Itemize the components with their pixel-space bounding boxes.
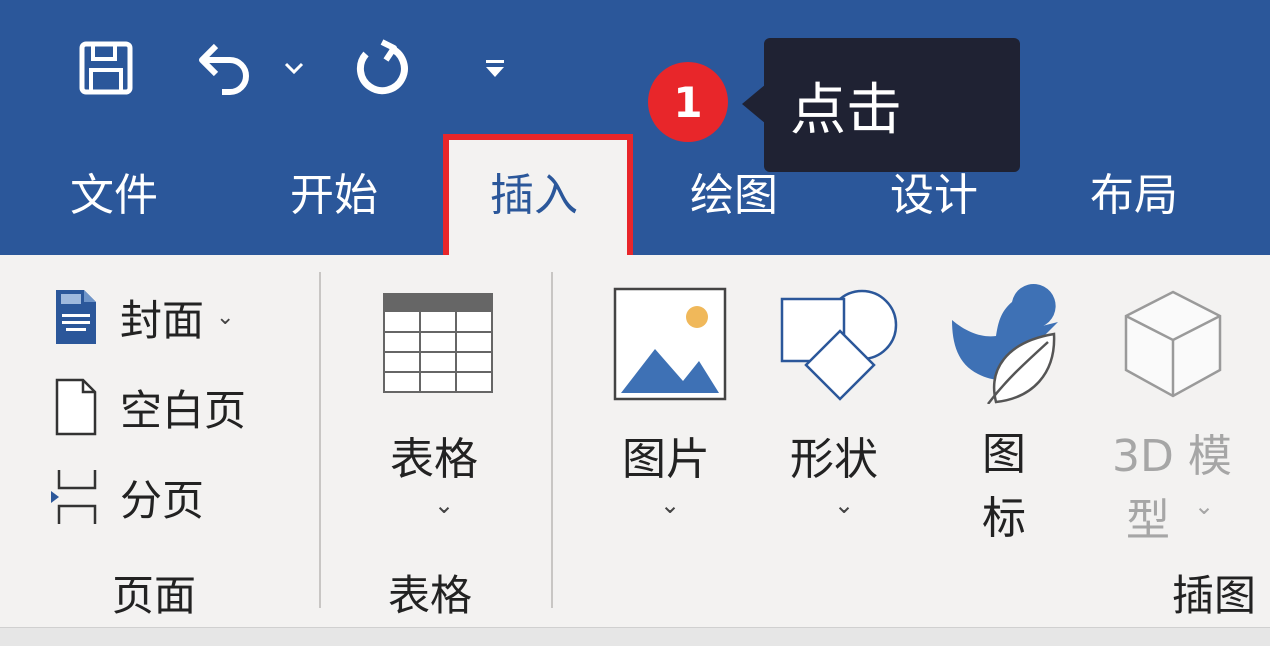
- pages-group-label: 页面: [112, 571, 197, 620]
- cover-page-dropdown-icon[interactable]: ⌄: [216, 305, 234, 330]
- icons-icon: [948, 280, 1064, 408]
- shapes-label: 形状: [790, 434, 878, 485]
- tab-design[interactable]: 设计: [890, 160, 978, 232]
- cube-icon: [1122, 288, 1224, 404]
- tab-draw[interactable]: 绘图: [690, 160, 778, 232]
- callout-tooltip: 点击: [764, 38, 1020, 172]
- tab-home[interactable]: 开始: [290, 160, 378, 232]
- highlight-box: [443, 134, 633, 262]
- page-break-label: 分页: [120, 475, 205, 525]
- shapes-dropdown-icon[interactable]: ⌄: [834, 491, 854, 519]
- picture-label: 图片: [622, 434, 710, 485]
- picture-dropdown-icon[interactable]: ⌄: [660, 491, 680, 519]
- 3d-model-label-line1: 3D 模: [1112, 431, 1232, 482]
- picture-button[interactable]: 图片 ⌄: [600, 285, 740, 535]
- cover-page-button[interactable]: 封面 ⌄: [50, 282, 234, 352]
- tables-group-label: 表格: [388, 571, 473, 620]
- callout-arrow: [742, 84, 766, 124]
- group-divider: [319, 272, 321, 608]
- icons-label-line2: 标: [982, 493, 1026, 544]
- document-area-edge: [0, 627, 1270, 646]
- step-number-badge: 1: [648, 62, 728, 142]
- group-divider: [551, 272, 553, 608]
- page-break-icon: [50, 467, 102, 527]
- 3d-model-label-line2: 型: [1126, 495, 1170, 546]
- tab-layout[interactable]: 布局: [1090, 160, 1178, 232]
- table-icon: [382, 292, 494, 398]
- blank-page-icon: [50, 377, 102, 437]
- redo-icon[interactable]: [350, 36, 414, 100]
- table-label: 表格: [390, 434, 478, 485]
- icons-label-line1: 图: [982, 429, 1026, 480]
- undo-dropdown-icon[interactable]: [280, 36, 308, 100]
- save-icon[interactable]: [74, 36, 138, 100]
- blank-page-button[interactable]: 空白页: [50, 372, 246, 442]
- title-bar: [0, 0, 1270, 255]
- 3d-model-button[interactable]: 3D 模 型 ⌄: [1100, 280, 1270, 546]
- page-break-button[interactable]: 分页: [50, 462, 204, 532]
- picture-icon: [613, 287, 727, 405]
- table-dropdown-icon[interactable]: ⌄: [434, 491, 454, 519]
- icons-button[interactable]: 图 标: [940, 280, 1070, 544]
- cover-page-label: 封面: [120, 295, 205, 345]
- shapes-icon: [778, 285, 898, 407]
- illustrations-group-label: 插图: [1172, 571, 1257, 620]
- shapes-button[interactable]: 形状 ⌄: [768, 285, 908, 535]
- 3d-model-dropdown-icon: ⌄: [1194, 492, 1215, 520]
- callout-text: 点击: [790, 77, 902, 143]
- cover-page-icon: [50, 287, 102, 347]
- undo-icon[interactable]: [192, 36, 256, 100]
- blank-page-label: 空白页: [120, 385, 247, 435]
- customize-qat-icon[interactable]: [478, 36, 512, 100]
- table-button[interactable]: 表格 ⌄: [360, 285, 520, 535]
- tab-file[interactable]: 文件: [70, 160, 158, 232]
